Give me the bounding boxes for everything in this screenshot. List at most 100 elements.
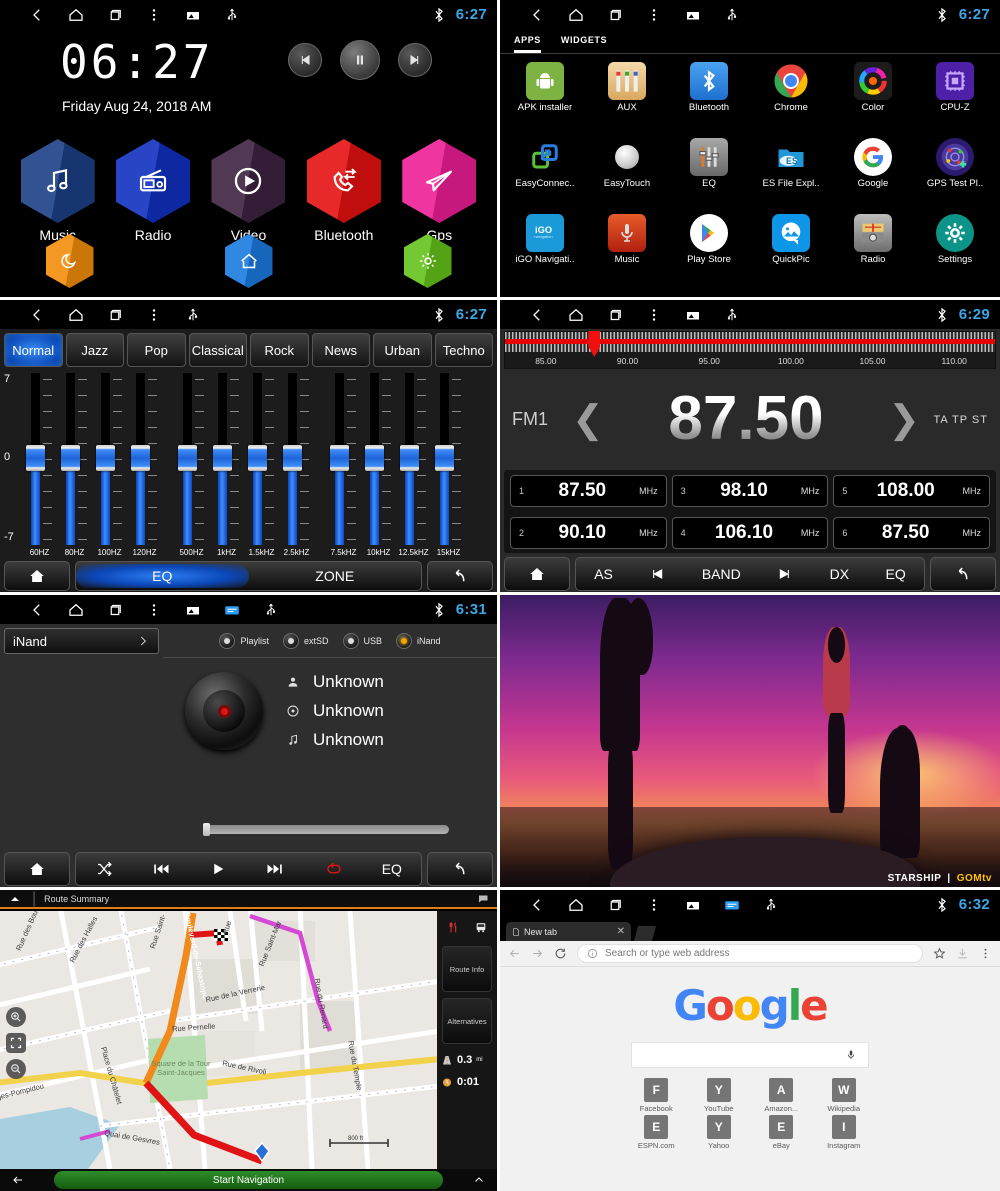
- back-icon[interactable]: [528, 306, 546, 324]
- home-icon[interactable]: [67, 601, 85, 619]
- bus-icon[interactable]: [474, 921, 488, 934]
- shuffle-icon[interactable]: [95, 860, 113, 878]
- eq-preset-urban[interactable]: Urban: [373, 333, 432, 367]
- next-track-icon[interactable]: [265, 860, 285, 878]
- restaurant-icon[interactable]: [447, 921, 460, 934]
- eq-zone-toggle[interactable]: EQ ZONE: [75, 561, 422, 591]
- play-icon[interactable]: [209, 860, 227, 878]
- overflow-icon[interactable]: [645, 896, 663, 914]
- music-source-inand[interactable]: iNand: [396, 632, 441, 649]
- back-button[interactable]: [427, 852, 493, 886]
- home-button[interactable]: [4, 561, 70, 591]
- music-eq-button[interactable]: EQ: [382, 861, 402, 877]
- home-icon[interactable]: [567, 306, 585, 324]
- eq-slider-60hz[interactable]: [22, 373, 57, 545]
- home-tile-video[interactable]: Video: [202, 139, 294, 243]
- overflow-icon[interactable]: [145, 601, 163, 619]
- shortcut-youtube[interactable]: Y YouTube: [688, 1078, 751, 1113]
- radio-preset-1[interactable]: 1 87.50 MHz: [510, 475, 667, 507]
- app-item-apk-installer[interactable]: APK installer: [504, 62, 586, 138]
- radio-preset-5[interactable]: 5 108.00 MHz: [833, 475, 990, 507]
- eq-preset-jazz[interactable]: Jazz: [65, 333, 124, 367]
- video-player-frame[interactable]: STARSHIP | GOMtv: [500, 595, 1000, 887]
- back-icon[interactable]: [28, 601, 46, 619]
- eq-slider-80hz[interactable]: [57, 373, 92, 545]
- radio-prev-button[interactable]: ❮: [572, 401, 604, 439]
- radio-preset-6[interactable]: 6 87.50 MHz: [833, 517, 990, 549]
- recents-icon[interactable]: [106, 601, 124, 619]
- eq-tab-zone[interactable]: ZONE: [249, 568, 422, 584]
- tab-widgets[interactable]: WIDGETS: [561, 35, 607, 53]
- app-item-google[interactable]: Google: [832, 138, 914, 214]
- home-tile-music[interactable]: Music: [12, 139, 104, 243]
- radio-next-button[interactable]: ❯: [888, 401, 920, 439]
- shortcut-wikipedia[interactable]: W Wikipedia: [813, 1078, 876, 1113]
- back-button[interactable]: [427, 561, 493, 591]
- radio-eq-button[interactable]: EQ: [886, 566, 906, 582]
- overflow-icon[interactable]: [645, 306, 663, 324]
- app-item-color[interactable]: Color: [832, 62, 914, 138]
- home-icon[interactable]: [567, 6, 585, 24]
- eq-preset-pop[interactable]: Pop: [127, 333, 186, 367]
- radio-preset-2[interactable]: 2 90.10 MHz: [510, 517, 667, 549]
- eq-preset-classical[interactable]: Classical: [188, 333, 247, 367]
- microphone-icon[interactable]: [845, 1048, 857, 1062]
- app-item-easytouch[interactable]: EasyTouch: [586, 138, 668, 214]
- eq-preset-normal[interactable]: Normal: [4, 333, 63, 367]
- home-icon[interactable]: [67, 306, 85, 324]
- close-icon[interactable]: ✕: [617, 926, 625, 937]
- home-tile-night-mode[interactable]: [45, 234, 94, 288]
- recents-icon[interactable]: [106, 6, 124, 24]
- arrow-back-icon[interactable]: [508, 947, 521, 960]
- eq-slider-1-5khz[interactable]: [244, 373, 279, 545]
- shortcut-yahoo[interactable]: Y Yahoo: [688, 1115, 751, 1150]
- eq-slider-7-5khz[interactable]: [326, 373, 361, 545]
- app-item-play-store[interactable]: Play Store: [668, 214, 750, 290]
- eq-slider-1khz[interactable]: [209, 373, 244, 545]
- back-button[interactable]: [930, 557, 996, 591]
- eq-slider-120hz[interactable]: [127, 373, 162, 545]
- music-source-usb[interactable]: USB: [342, 632, 382, 649]
- map-canvas[interactable]: 800 ft Rue des Bourdo Rue des Halles Rue…: [0, 911, 437, 1169]
- radio-band-button[interactable]: BAND: [702, 566, 741, 582]
- home-tile-gps[interactable]: Gps: [393, 139, 485, 243]
- radio-preset-3[interactable]: 3 98.10 MHz: [671, 475, 829, 507]
- home-tile-radio[interactable]: Radio: [107, 139, 199, 243]
- status-bar-nav-icons[interactable]: [508, 306, 741, 324]
- next-track-button[interactable]: [398, 43, 432, 77]
- app-item-quickpic[interactable]: QuickPic: [750, 214, 832, 290]
- back-icon[interactable]: [28, 306, 46, 324]
- shortcut-amazon[interactable]: A Amazon...: [750, 1078, 813, 1113]
- new-tab-icon[interactable]: [634, 926, 656, 941]
- status-bar-nav-icons[interactable]: [508, 6, 741, 24]
- eq-preset-news[interactable]: News: [311, 333, 370, 367]
- chevron-up-icon[interactable]: [6, 893, 24, 905]
- app-item-gps-test-plus[interactable]: GPS Test Pl..: [914, 138, 996, 214]
- browser-tab[interactable]: New tab ✕: [506, 922, 631, 941]
- home-tile-settings[interactable]: [403, 234, 452, 288]
- prev-track-button[interactable]: [288, 43, 322, 77]
- eq-slider-100hz[interactable]: [92, 373, 127, 545]
- prev-track-icon[interactable]: [151, 860, 171, 878]
- next-icon[interactable]: [777, 566, 793, 582]
- eq-slider-15khz[interactable]: [431, 373, 466, 545]
- app-item-es-file-explorer[interactable]: ES ES File Expl..: [750, 138, 832, 214]
- recents-icon[interactable]: [106, 306, 124, 324]
- home-tile-bluetooth[interactable]: Bluetooth: [298, 139, 390, 243]
- overflow-icon[interactable]: [145, 6, 163, 24]
- recents-icon[interactable]: [606, 896, 624, 914]
- app-item-cpu-z[interactable]: CPU-Z: [914, 62, 996, 138]
- music-source-playlist[interactable]: Playlist: [219, 632, 269, 649]
- app-item-aux[interactable]: AUX: [586, 62, 668, 138]
- tab-apps[interactable]: APPS: [514, 35, 541, 53]
- radio-autostore-button[interactable]: AS: [594, 566, 613, 582]
- eq-preset-techno[interactable]: Techno: [434, 333, 493, 367]
- overflow-icon[interactable]: [645, 6, 663, 24]
- app-item-easyconnect[interactable]: EasyConnec..: [504, 138, 586, 214]
- reload-icon[interactable]: [554, 947, 567, 960]
- app-item-igo-navigation[interactable]: iGO navigation iGO Navigati..: [504, 214, 586, 290]
- eq-preset-rock[interactable]: Rock: [250, 333, 309, 367]
- app-item-bluetooth[interactable]: Bluetooth: [668, 62, 750, 138]
- arrow-left-icon[interactable]: [10, 1174, 26, 1186]
- eq-tab-eq[interactable]: EQ: [76, 564, 249, 588]
